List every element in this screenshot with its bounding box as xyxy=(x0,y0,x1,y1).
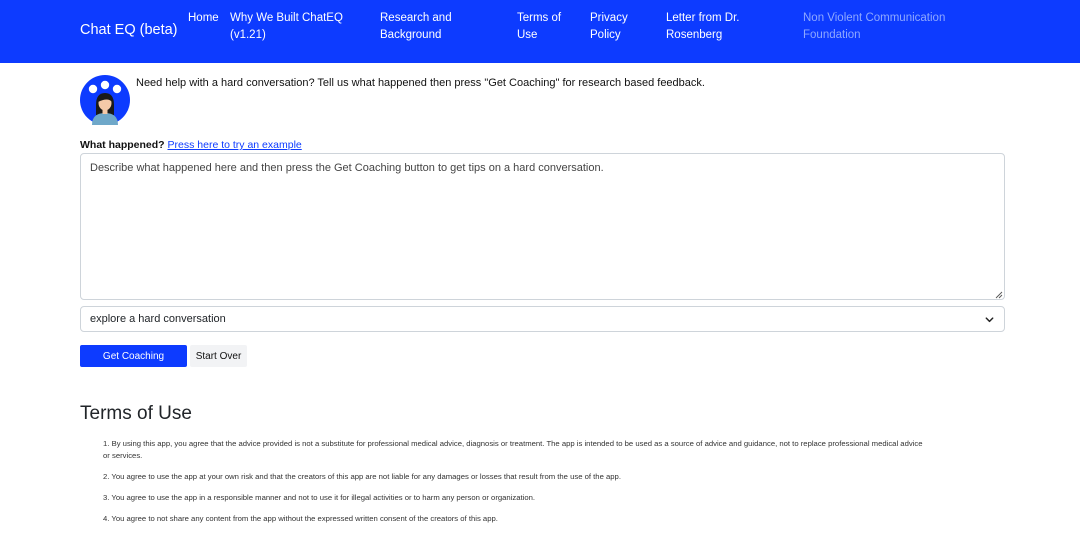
nav-research[interactable]: Research and Background xyxy=(380,10,452,44)
mode-select-value: explore a hard conversation xyxy=(90,313,226,325)
nav-nvc-label-2: Foundation xyxy=(803,29,861,41)
get-coaching-button[interactable]: Get Coaching xyxy=(80,345,187,367)
terms-item-3: 3. You agree to use the app in a respons… xyxy=(103,492,1003,504)
nav-privacy-label-2: Policy xyxy=(590,29,621,41)
nav-why-label-1: Why We Built ChatEQ xyxy=(230,12,343,24)
terms-list: 1. By using this app, you agree that the… xyxy=(103,438,1003,534)
nav-nvc-foundation[interactable]: Non Violent Communication Foundation xyxy=(803,10,945,44)
nav-privacy-label-1: Privacy xyxy=(590,12,628,24)
nav-research-label-2: Background xyxy=(380,29,442,41)
terms-item-4: 4. You agree to not share any content fr… xyxy=(103,513,1003,525)
terms-item-3-num: 3. xyxy=(103,493,110,502)
navbar: Chat EQ (beta) Home Why We Built ChatEQ … xyxy=(0,0,1080,63)
nav-nvc-label-1: Non Violent Communication xyxy=(803,12,946,24)
nav-why-we-built[interactable]: Why We Built ChatEQ (v1.21) xyxy=(230,10,343,44)
terms-item-4-text: You agree to not share any content from … xyxy=(111,514,498,523)
avatar-icon xyxy=(80,75,130,125)
terms-item-4-num: 4. xyxy=(103,514,110,523)
question-row: What happened? Press here to try an exam… xyxy=(80,139,302,151)
terms-heading: Terms of Use xyxy=(80,403,192,424)
nav-privacy[interactable]: Privacy Policy xyxy=(590,10,628,44)
terms-item-2-num: 2. xyxy=(103,472,110,481)
mode-select[interactable]: explore a hard conversation xyxy=(80,306,1005,332)
question-label: What happened? xyxy=(80,139,165,151)
nav-terms-label-1: Terms of xyxy=(517,12,562,24)
resize-grip-icon[interactable] xyxy=(994,290,1003,299)
intro-text: Need help with a hard conversation? Tell… xyxy=(136,77,705,89)
nav-letter-label-1: Letter from Dr. xyxy=(666,12,740,24)
chevron-down-icon xyxy=(985,317,994,323)
story-textarea[interactable] xyxy=(80,153,1005,300)
start-over-button[interactable]: Start Over xyxy=(190,345,247,367)
nav-terms[interactable]: Terms of Use xyxy=(517,10,561,44)
nav-why-label-2: (v1.21) xyxy=(230,29,266,41)
nav-research-label-1: Research and xyxy=(380,12,452,24)
nav-home-label: Home xyxy=(188,12,219,24)
example-link[interactable]: Press here to try an example xyxy=(168,139,302,151)
terms-item-3-text: You agree to use the app in a responsibl… xyxy=(111,493,536,502)
terms-item-1: 1. By using this app, you agree that the… xyxy=(103,438,1003,462)
nav-letter-label-2: Rosenberg xyxy=(666,29,723,41)
terms-item-2: 2. You agree to use the app at your own … xyxy=(103,471,1003,483)
terms-item-1-num: 1. xyxy=(103,439,110,448)
terms-item-1-text: By using this app, you agree that the ad… xyxy=(111,439,923,448)
nav-letter[interactable]: Letter from Dr. Rosenberg xyxy=(666,10,740,44)
nav-home[interactable]: Home xyxy=(188,10,219,27)
nav-terms-label-2: Use xyxy=(517,29,538,41)
terms-item-1-text-cont: or services. xyxy=(103,451,143,460)
brand-link[interactable]: Chat EQ (beta) xyxy=(80,22,178,38)
terms-item-2-text: You agree to use the app at your own ris… xyxy=(111,472,621,481)
